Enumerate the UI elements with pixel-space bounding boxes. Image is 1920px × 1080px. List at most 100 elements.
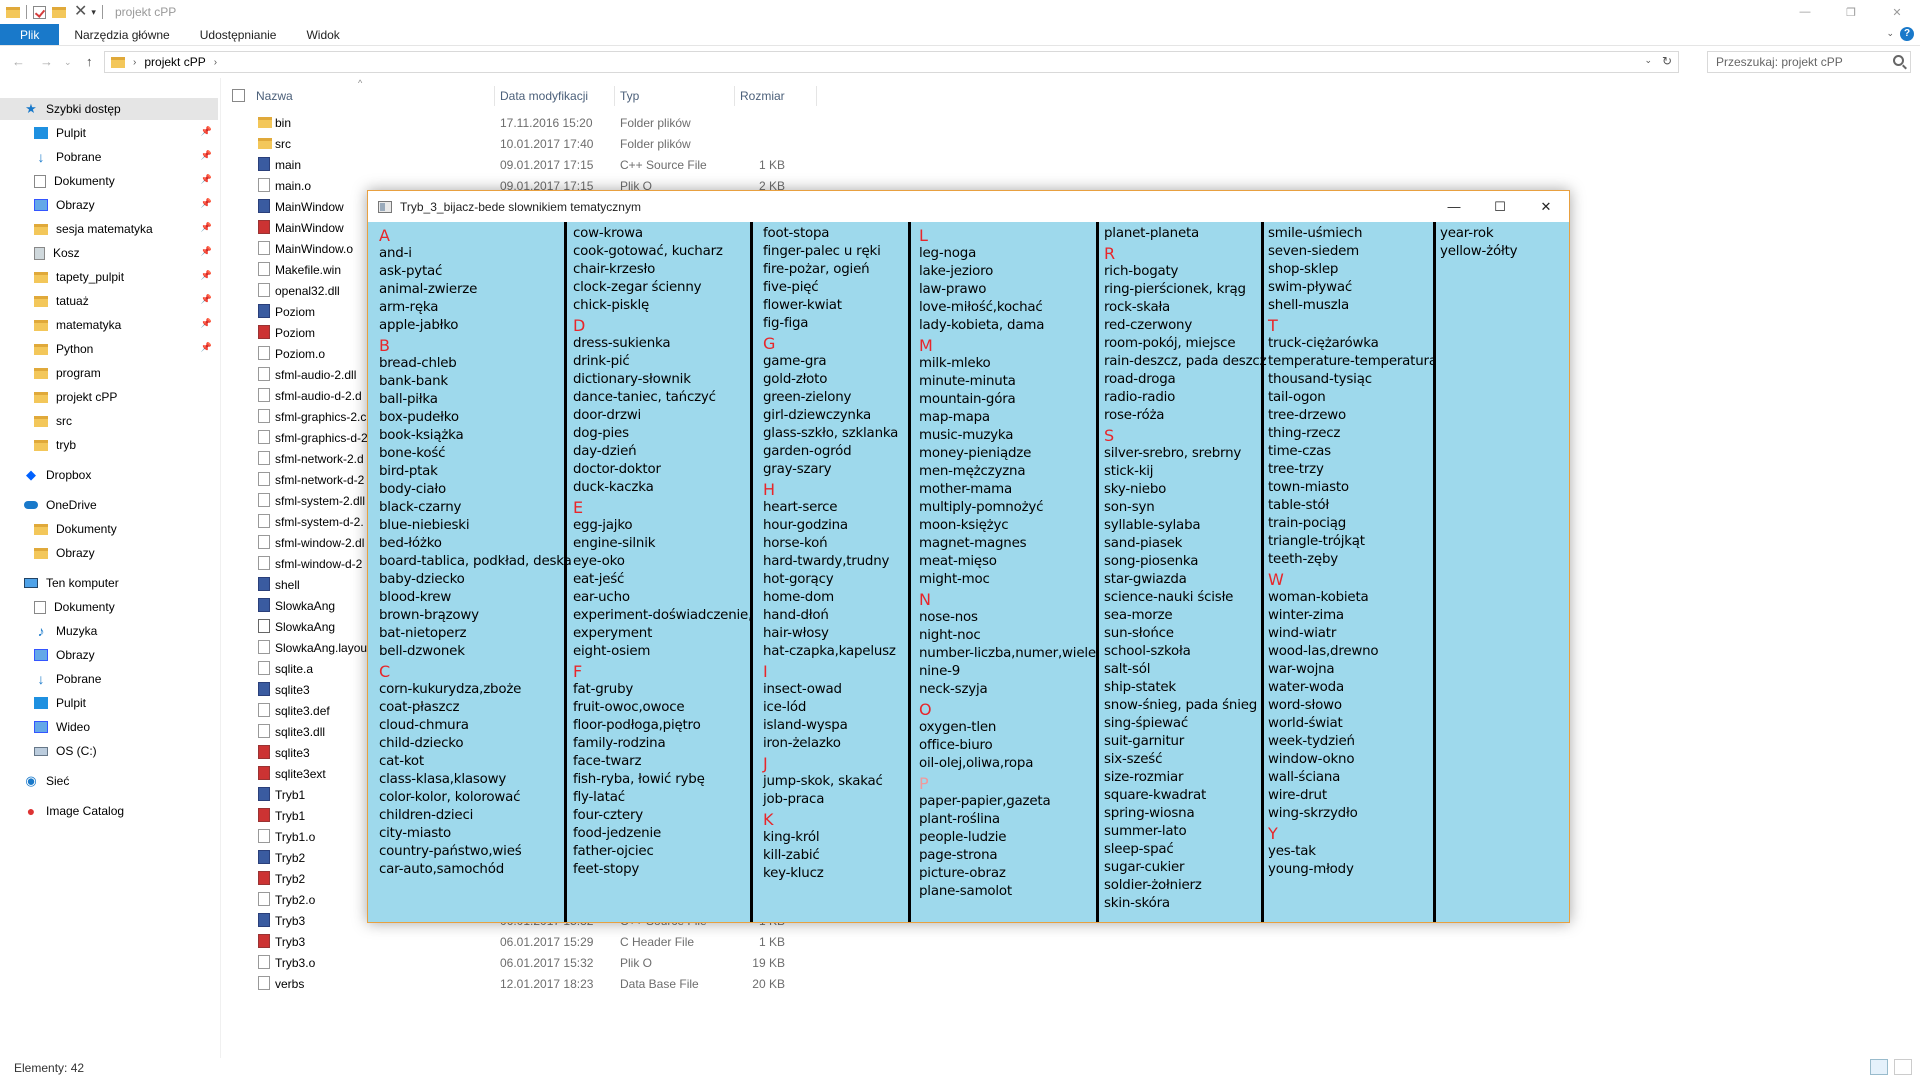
sidebar-item[interactable]: ◉ Sieć: [0, 770, 218, 792]
file-row[interactable]: Tryb3.o 06.01.2017 15:32 Plik O 19 KB: [230, 952, 830, 973]
word-entry: soldier-żołnierz: [1104, 878, 1202, 893]
sidebar-item[interactable]: ↓ Pobrane 📌: [0, 146, 218, 168]
minimize-button[interactable]: —: [1782, 0, 1828, 24]
sidebar-item[interactable]: Pulpit: [0, 692, 218, 714]
sidebar-item[interactable]: ● Image Catalog: [0, 800, 218, 822]
search-icon: [1893, 55, 1904, 66]
tab-share[interactable]: Udostępnianie: [185, 24, 292, 45]
file-row[interactable]: src 10.01.2017 17:40 Folder plików: [230, 133, 830, 154]
word-entry: world-świat: [1268, 716, 1343, 731]
close-button[interactable]: ✕: [1874, 0, 1920, 24]
word-entry: town-miasto: [1268, 480, 1349, 495]
sidebar-item-label: Pulpit: [56, 696, 87, 710]
customize-toolbar-icon[interactable]: ▾: [91, 7, 96, 18]
sidebar-item[interactable]: Pulpit 📌: [0, 122, 218, 144]
sidebar-item[interactable]: Dokumenty 📌: [0, 170, 218, 192]
tab-view[interactable]: Widok: [291, 24, 354, 45]
up-arrow-icon[interactable]: ↑: [86, 54, 93, 69]
breadcrumb[interactable]: projekt cPP: [144, 55, 205, 69]
pin-icon[interactable]: 📌: [201, 270, 212, 281]
file-name: verbs: [275, 976, 305, 991]
search-input[interactable]: Przeszukaj: projekt cPP: [1707, 51, 1911, 73]
word-entry: heart-serce: [763, 500, 838, 515]
new-folder-icon[interactable]: [52, 6, 66, 18]
sidebar-item[interactable]: matematyka 📌: [0, 314, 218, 336]
sidebar-item[interactable]: sesja matematyka 📌: [0, 218, 218, 240]
file-row[interactable]: verbs 12.01.2017 18:23 Data Base File 20 KB: [230, 973, 830, 994]
sidebar-item[interactable]: Ten komputer: [0, 572, 218, 594]
sidebar-item[interactable]: tapety_pulpit 📌: [0, 266, 218, 288]
file-name: sqlite3: [275, 682, 310, 697]
pin-icon[interactable]: 📌: [201, 246, 212, 257]
file-name: Tryb1: [275, 808, 306, 823]
tab-file[interactable]: Plik: [0, 24, 60, 45]
sidebar-item[interactable]: tryb: [0, 434, 218, 456]
chevron-right-icon[interactable]: ›: [133, 57, 136, 68]
maximize-button[interactable]: ☐: [1477, 191, 1523, 222]
column-header-name[interactable]: Nazwa: [256, 84, 293, 108]
select-all-checkbox[interactable]: [232, 89, 245, 102]
properties-icon[interactable]: [33, 5, 46, 19]
sidebar-item[interactable]: ★ Szybki dostęp: [0, 98, 218, 120]
pin-icon[interactable]: 📌: [201, 150, 212, 161]
column-divider[interactable]: [734, 86, 735, 106]
column-divider[interactable]: [816, 86, 817, 106]
help-icon[interactable]: ?: [1900, 27, 1914, 41]
column-header-date[interactable]: Data modyfikacji: [500, 84, 588, 108]
sidebar-item[interactable]: ♪ Muzyka: [0, 620, 218, 642]
pin-icon[interactable]: 📌: [201, 126, 212, 137]
file-row[interactable]: bin 17.11.2016 15:20 Folder plików: [230, 112, 830, 133]
word-entry: ring-pierścionek, krąg: [1104, 282, 1246, 297]
sidebar-item[interactable]: tatuaż 📌: [0, 290, 218, 312]
documents-icon: [34, 174, 46, 188]
expand-ribbon-icon[interactable]: ⌄: [1886, 28, 1894, 39]
column-divider[interactable]: [494, 86, 495, 106]
tab-home[interactable]: Narzędzia główne: [59, 24, 184, 45]
file-name: Poziom: [275, 325, 316, 340]
file-row[interactable]: Tryb3 06.01.2017 15:29 C Header File 1 KB: [230, 931, 830, 952]
chevron-right-icon[interactable]: ›: [214, 57, 217, 68]
column-header-type[interactable]: Typ: [620, 84, 639, 108]
word-entry: brown-brązowy: [379, 608, 479, 623]
recent-locations-icon[interactable]: ⌄: [64, 57, 72, 68]
column-header-size[interactable]: Rozmiar: [740, 84, 785, 108]
refresh-icon[interactable]: ↻: [1662, 54, 1672, 68]
sidebar-item[interactable]: Python 📌: [0, 338, 218, 360]
sidebar-item[interactable]: OS (C:): [0, 740, 218, 762]
sidebar-item[interactable]: OneDrive: [0, 494, 218, 516]
sidebar-item-label: tatuaż: [56, 294, 89, 308]
word-entry: table-stół: [1268, 498, 1329, 513]
pin-icon[interactable]: 📌: [201, 174, 212, 185]
sidebar-item[interactable]: Obrazy: [0, 644, 218, 666]
forward-arrow-icon[interactable]: →: [40, 54, 53, 69]
sidebar-item[interactable]: ◆ Dropbox: [0, 464, 218, 486]
column-divider[interactable]: [614, 86, 615, 106]
address-dropdown-icon[interactable]: ⌄: [1644, 55, 1652, 66]
sidebar-item[interactable]: Obrazy 📌: [0, 194, 218, 216]
delete-icon[interactable]: ✕: [74, 4, 87, 20]
sidebar-item[interactable]: Dokumenty: [0, 596, 218, 618]
maximize-button[interactable]: ❐: [1828, 0, 1874, 24]
close-button[interactable]: ✕: [1523, 191, 1569, 222]
sidebar-item[interactable]: program: [0, 362, 218, 384]
address-bar[interactable]: › projekt cPP › ⌄ ↻: [104, 51, 1679, 73]
file-row[interactable]: main 09.01.2017 17:15 C++ Source File 1 KB: [230, 154, 830, 175]
pin-icon[interactable]: 📌: [201, 342, 212, 353]
word-entry: moon-księżyc: [919, 518, 1009, 533]
back-arrow-icon[interactable]: ←: [12, 54, 25, 69]
sidebar-item[interactable]: Wideo: [0, 716, 218, 738]
details-view-icon[interactable]: [1870, 1059, 1888, 1075]
pin-icon[interactable]: 📌: [201, 318, 212, 329]
minimize-button[interactable]: —: [1431, 191, 1477, 222]
pin-icon[interactable]: 📌: [201, 198, 212, 209]
large-icons-view-icon[interactable]: [1894, 1059, 1912, 1075]
sidebar-item[interactable]: Obrazy: [0, 542, 218, 564]
word-entry: board-tablica, podkład, deska: [379, 554, 572, 569]
pin-icon[interactable]: 📌: [201, 294, 212, 305]
sidebar-item[interactable]: src: [0, 410, 218, 432]
pin-icon[interactable]: 📌: [201, 222, 212, 233]
sidebar-item[interactable]: ↓ Pobrane: [0, 668, 218, 690]
sidebar-item[interactable]: Kosz 📌: [0, 242, 218, 264]
sidebar-item[interactable]: Dokumenty: [0, 518, 218, 540]
sidebar-item[interactable]: projekt cPP: [0, 386, 218, 408]
